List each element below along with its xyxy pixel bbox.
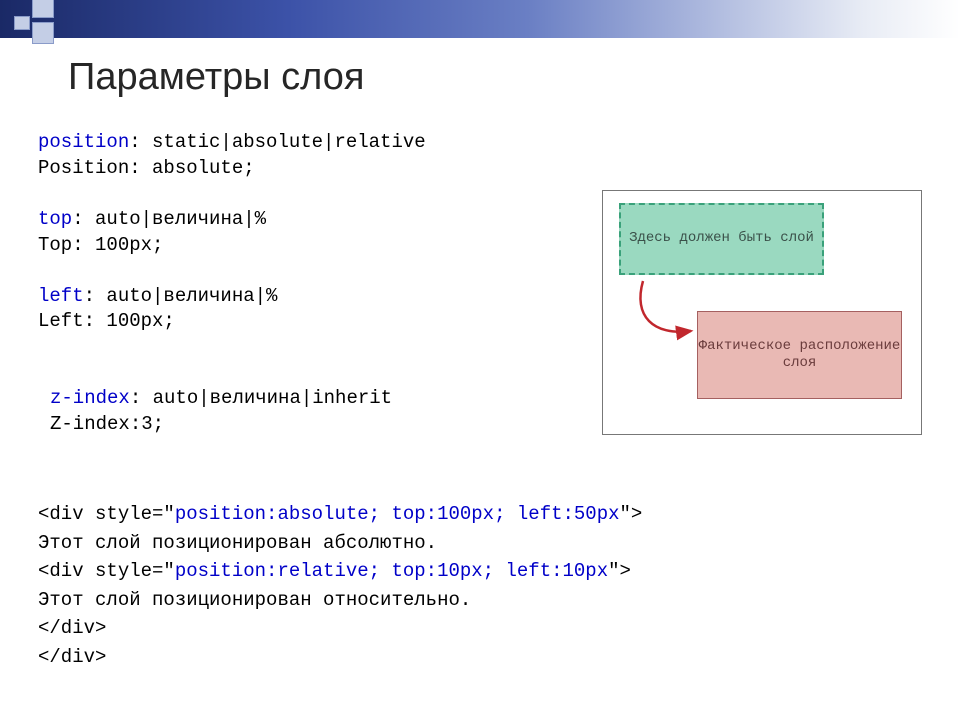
code-style: position:relative; top:10px; left:10px [175, 560, 608, 582]
slide-header-bar [0, 0, 960, 38]
code-text: "> [608, 560, 631, 582]
css-syntax-block: position: static|absolute|relative Posit… [38, 130, 426, 438]
syntax-text: : auto|величина|% [84, 285, 278, 307]
code-text: <div style=" [38, 560, 175, 582]
keyword-left: left [38, 285, 84, 307]
actual-layer-box: Фактическое расположение слоя [697, 311, 902, 399]
keyword-zindex: z-index [50, 387, 130, 409]
keyword-position: position [38, 131, 129, 153]
slide-title: Параметры слоя [68, 56, 364, 99]
example-line: Left: 100px; [38, 309, 426, 335]
syntax-text: : static|absolute|relative [129, 131, 425, 153]
square-icon [32, 0, 54, 18]
code-text: "> [620, 503, 643, 525]
box-label: Фактическое расположение слоя [698, 338, 901, 373]
code-style: position:absolute; top:100px; left:50px [175, 503, 620, 525]
code-text: </div> [38, 614, 642, 643]
code-text: </div> [38, 643, 642, 672]
box-label: Здесь должен быть слой [629, 230, 814, 248]
code-text: <div style=" [38, 503, 175, 525]
syntax-text: : auto|величина|inherit [130, 387, 392, 409]
code-example-block: <div style="position:absolute; top:100px… [38, 500, 642, 671]
position-illustration: Здесь должен быть слой Фактическое распо… [602, 190, 922, 435]
keyword-top: top [38, 208, 72, 230]
example-line: Position: absolute; [38, 156, 426, 182]
code-text: Этот слой позиционирован относительно. [38, 586, 642, 615]
syntax-text: : auto|величина|% [72, 208, 266, 230]
code-text: Этот слой позиционирован абсолютно. [38, 529, 642, 558]
example-line: Top: 100px; [38, 233, 426, 259]
square-icon [14, 16, 30, 30]
square-icon [32, 22, 54, 44]
example-line: Z-index:3; [38, 412, 426, 438]
